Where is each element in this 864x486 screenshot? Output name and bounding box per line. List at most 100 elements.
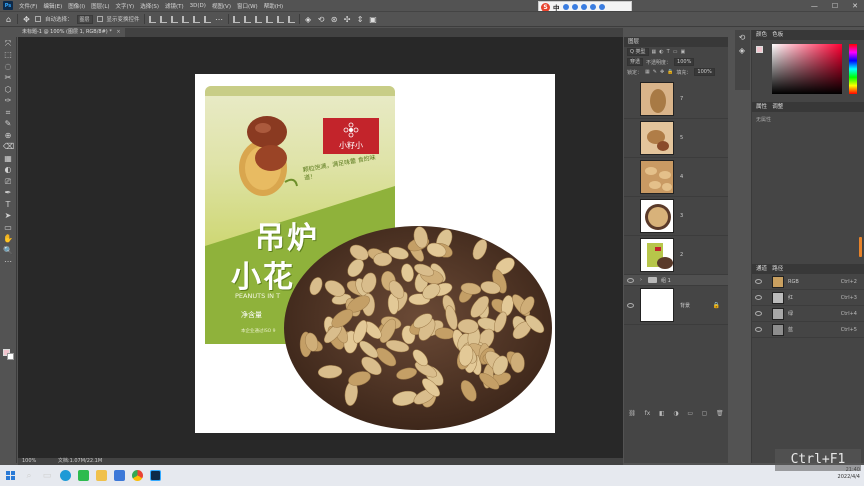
more-options-icon[interactable]: ⋯ [215,15,224,24]
hand-tool-icon[interactable]: ✋ [3,234,13,244]
background-color-swatch[interactable] [7,353,14,360]
chevron-right-icon[interactable]: › [640,277,642,283]
lock-paint-icon[interactable]: ✎ [653,69,657,75]
auto-select-checkbox[interactable] [35,16,41,22]
menu-window[interactable]: 窗口(W) [237,2,258,10]
channel-row-green[interactable]: 绿 Ctrl+4 [752,306,864,322]
3d-roll-icon[interactable]: ⊛ [330,15,339,24]
layer-row[interactable]: 4 [624,158,728,197]
menu-image[interactable]: 图像(I) [68,2,85,10]
visibility-off-icon[interactable] [627,253,634,258]
home-icon[interactable]: ⌂ [4,15,13,24]
align-top-icon[interactable] [181,15,189,23]
visibility-icon[interactable] [627,277,634,283]
add-mask-icon[interactable]: ◧ [659,410,665,417]
show-transform-checkbox[interactable] [96,16,103,22]
layer-group-row[interactable]: › 组 1 [624,275,728,286]
align-bottom-icon[interactable] [203,15,211,23]
minimize-button[interactable]: — [811,2,818,10]
hue-slider[interactable] [849,44,857,94]
menu-filter[interactable]: 滤镜(T) [165,2,184,10]
layer-kind-filter[interactable]: Q 类型 [627,48,649,56]
layers-panel-title[interactable]: 图层 [624,37,728,47]
filter-smart-icon[interactable]: ▣ [680,49,685,55]
file-explorer-icon[interactable] [92,465,110,486]
menu-layer[interactable]: 图层(L) [91,2,109,10]
visibility-icon[interactable] [755,295,762,300]
align-middle-icon[interactable] [192,15,200,23]
tab-swatches[interactable]: 色板 [772,32,783,38]
menu-view[interactable]: 视图(V) [212,2,231,10]
document-tab[interactable]: 未标题-1 @ 100% (图层 1, RGB/8#) * × [18,28,125,37]
channel-row-rgb[interactable]: RGB Ctrl+2 [752,274,864,290]
ime-mic-icon[interactable] [571,4,578,10]
search-icon[interactable]: ⌕ [20,465,38,486]
lock-position-icon[interactable]: ✥ [660,69,664,75]
blend-mode-select[interactable]: 穿透 [627,58,644,66]
move-tool-icon[interactable]: ⤧ [3,39,13,49]
ime-keyboard-icon[interactable] [580,4,587,10]
channel-row-blue[interactable]: 蓝 Ctrl+5 [752,322,864,338]
clone-stamp-tool-icon[interactable]: ⌫ [3,142,14,152]
layer-row[interactable]: 7 [624,80,728,119]
align-center-icon[interactable] [159,15,167,23]
layer-row[interactable]: 3 [624,197,728,236]
delete-layer-icon[interactable]: 🗑 [716,410,724,417]
tab-color[interactable]: 颜色 [756,32,767,38]
new-group-icon[interactable]: ▭ [687,410,693,417]
background-layer-row[interactable]: 背景 🔒 [624,286,728,325]
color-panel-foreground-swatch[interactable] [756,46,763,53]
menu-type[interactable]: 文字(Y) [116,2,135,10]
history-icon[interactable]: ⟲ [737,33,747,43]
tab-channels[interactable]: 通道 [756,266,767,272]
visibility-icon[interactable] [627,302,634,308]
3d-rotate-icon[interactable]: ⟲ [317,15,326,24]
tab-properties[interactable]: 属性 [756,104,767,110]
fill-input[interactable]: 100% [694,68,715,76]
filter-type-icon[interactable]: T [667,49,670,55]
panel-scrollbar[interactable] [859,237,862,257]
type-tool-icon[interactable]: T [3,200,13,210]
canvas-area[interactable]: 小籽小 颗粒饱满，满足味蕾 食的味道！ 吊炉 小花 PEANUTS IN T 净… [18,37,623,458]
lock-all-icon[interactable]: 🔒 [667,69,673,75]
distribute-5-icon[interactable] [276,15,284,23]
visibility-off-icon[interactable] [627,175,634,180]
tab-adjustments[interactable]: 调整 [772,104,783,110]
history-brush-tool-icon[interactable]: ▦ [3,154,13,164]
menu-help[interactable]: 帮助(H) [264,2,283,10]
link-layers-icon[interactable]: ⛓ [628,410,636,417]
photoshop-logo-icon[interactable]: Ps [3,1,13,10]
visibility-icon[interactable] [755,311,762,316]
photoshop-taskbar-icon[interactable] [146,465,164,486]
crop-tool-icon[interactable]: ⬡ [3,85,13,95]
menu-file[interactable]: 文件(F) [19,2,37,10]
move-tool-icon[interactable]: ✥ [22,15,31,24]
frame-tool-icon[interactable]: ✑ [3,96,13,106]
lock-pixels-icon[interactable]: ▦ [645,69,650,75]
eyedropper-tool-icon[interactable]: ⌗ [3,108,13,118]
store-icon[interactable] [110,465,128,486]
start-button[interactable] [0,465,20,486]
filter-pixel-icon[interactable]: ▦ [652,49,657,55]
tab-close-icon[interactable]: × [116,29,120,35]
rectangle-tool-icon[interactable]: ▭ [3,223,13,233]
quick-select-tool-icon[interactable]: ✂ [3,73,13,83]
3d-mode-icon[interactable]: ◈ [304,15,313,24]
layer-style-icon[interactable]: fx [645,410,651,417]
marquee-tool-icon[interactable]: ⬚ [3,50,13,60]
auto-select-dropdown[interactable]: 图层 [76,14,93,24]
align-left-icon[interactable] [148,15,156,23]
ime-skin-icon[interactable] [598,4,605,10]
brush-tool-icon[interactable]: ⊕ [3,131,13,141]
dodge-tool-icon[interactable]: ✒ [3,188,13,198]
3d-drag-icon[interactable]: ✣ [343,15,352,24]
zoom-tool-icon[interactable]: 🔍 [3,246,13,256]
distribute-2-icon[interactable] [243,15,251,23]
path-select-tool-icon[interactable]: ➤ [3,211,13,221]
ime-settings-icon[interactable] [589,4,596,10]
3d-scale-icon[interactable]: ▣ [369,15,378,24]
distribute-4-icon[interactable] [265,15,273,23]
lasso-tool-icon[interactable]: ◌ [3,62,13,72]
adjustment-layer-icon[interactable]: ◑ [673,410,678,417]
menu-select[interactable]: 选择(S) [140,2,159,10]
